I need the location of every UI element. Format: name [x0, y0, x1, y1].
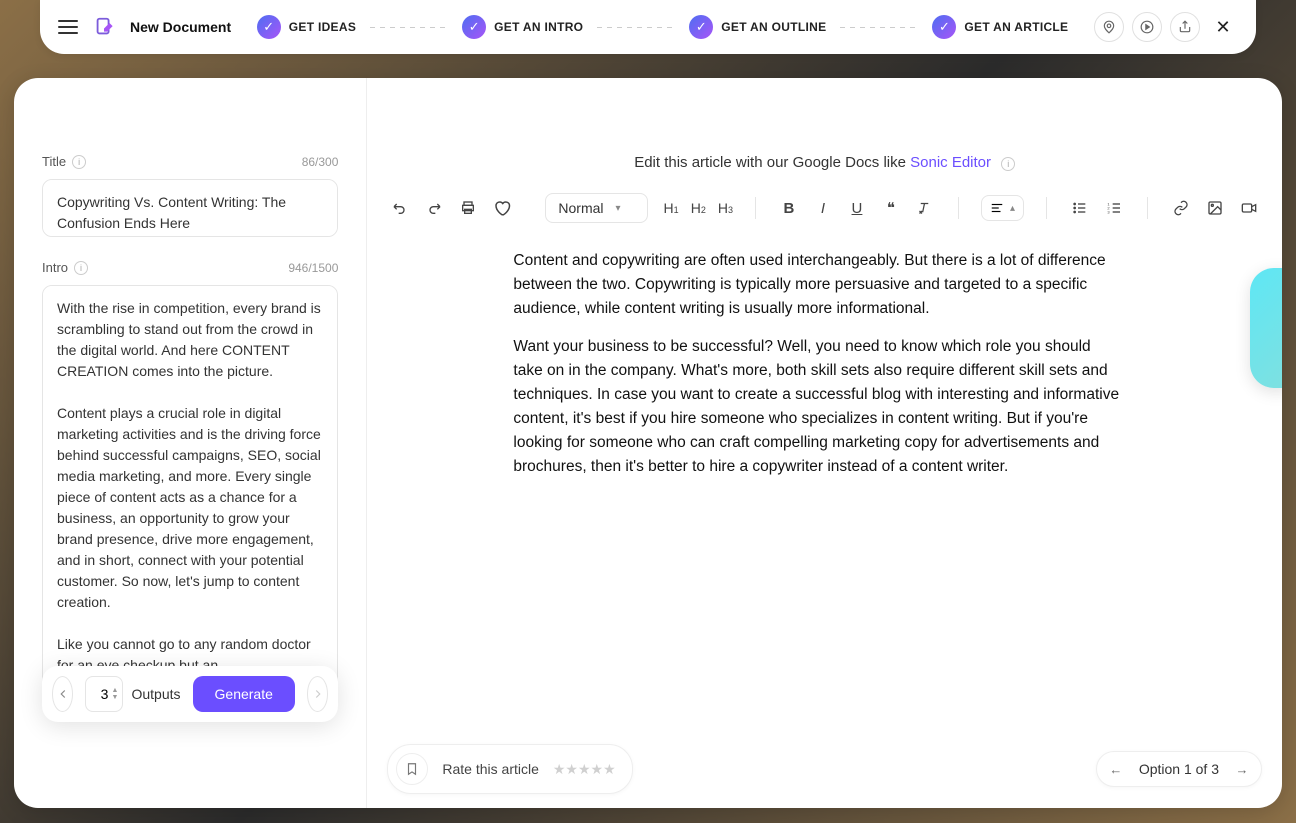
- bold-icon[interactable]: B: [778, 197, 800, 219]
- article-paragraph: Want your business to be successful? Wel…: [513, 335, 1122, 479]
- print-icon[interactable]: [457, 197, 479, 219]
- editor-toolbar: Normal ▾ H1 H2 H3 B I U ❝ ▴: [367, 185, 1282, 231]
- hamburger-menu-icon[interactable]: [58, 20, 78, 34]
- info-icon[interactable]: i: [72, 155, 86, 169]
- number-list-icon[interactable]: 123: [1103, 197, 1125, 219]
- generate-bar: 3 ▲▼ Outputs Generate: [42, 666, 338, 722]
- floating-side-tab[interactable]: [1250, 268, 1282, 388]
- intro-label: Intro: [42, 260, 68, 275]
- step-get-ideas[interactable]: ✓ GET IDEAS: [257, 15, 356, 39]
- rate-label: Rate this article: [442, 761, 538, 777]
- h2-button[interactable]: H2: [691, 200, 706, 216]
- italic-icon[interactable]: I: [812, 197, 834, 219]
- step-get-outline[interactable]: ✓ GET AN OUTLINE: [689, 15, 826, 39]
- left-panel: Title i 86/300 Intro i 946/1500: [14, 78, 367, 808]
- option-pill: ← Option 1 of 3 →: [1096, 751, 1262, 787]
- right-panel: Edit this article with our Google Docs l…: [367, 78, 1282, 808]
- close-icon[interactable]: ✕: [1208, 12, 1238, 42]
- redo-icon[interactable]: [423, 197, 445, 219]
- h3-button[interactable]: H3: [718, 200, 733, 216]
- editor-prompt: Edit this article with our Google Docs l…: [367, 78, 1282, 185]
- rate-pill: Rate this article ★★★★★: [387, 744, 632, 794]
- bottom-bar: Rate this article ★★★★★ ← Option 1 of 3 …: [367, 732, 1282, 808]
- title-char-count: 86/300: [302, 155, 339, 169]
- chevron-down-icon: ▾: [616, 203, 621, 214]
- generate-button[interactable]: Generate: [193, 676, 295, 712]
- article-body[interactable]: Content and copywriting are often used i…: [367, 231, 1282, 808]
- top-actions: ✕: [1094, 12, 1238, 42]
- info-icon[interactable]: i: [1001, 157, 1015, 171]
- link-icon[interactable]: [1170, 197, 1192, 219]
- step-get-intro[interactable]: ✓ GET AN INTRO: [462, 15, 583, 39]
- document-icon: [90, 13, 118, 41]
- prev-option-button[interactable]: ←: [1107, 760, 1125, 778]
- next-arrow-button[interactable]: [307, 676, 328, 712]
- document-title[interactable]: New Document: [130, 19, 231, 35]
- option-label: Option 1 of 3: [1139, 761, 1219, 777]
- stepper-arrows-icon[interactable]: ▲▼: [112, 687, 119, 701]
- intro-char-count: 946/1500: [288, 261, 338, 275]
- next-option-button[interactable]: →: [1233, 760, 1251, 778]
- progress-steps: ✓ GET IDEAS ✓ GET AN INTRO ✓ GET AN OUTL…: [243, 15, 1082, 39]
- info-icon[interactable]: i: [74, 261, 88, 275]
- video-icon[interactable]: [1238, 197, 1260, 219]
- bullet-list-icon[interactable]: [1069, 197, 1091, 219]
- svg-text:3: 3: [1107, 209, 1110, 214]
- outputs-stepper[interactable]: 3 ▲▼: [85, 676, 123, 712]
- main-card: Title i 86/300 Intro i 946/1500: [14, 78, 1282, 808]
- clear-format-icon[interactable]: [914, 197, 936, 219]
- image-icon[interactable]: [1204, 197, 1226, 219]
- check-icon: ✓: [689, 15, 713, 39]
- step-get-article[interactable]: ✓ GET AN ARTICLE: [932, 15, 1068, 39]
- bookmark-icon[interactable]: [396, 753, 428, 785]
- title-label: Title: [42, 154, 66, 169]
- play-icon[interactable]: [1132, 12, 1162, 42]
- article-paragraph: Content and copywriting are often used i…: [513, 249, 1122, 321]
- text-style-select[interactable]: Normal ▾: [545, 193, 647, 223]
- title-input[interactable]: [42, 179, 338, 237]
- h1-button[interactable]: H1: [664, 200, 679, 216]
- outputs-label: Outputs: [131, 686, 180, 702]
- undo-icon[interactable]: [389, 197, 411, 219]
- align-select[interactable]: ▴: [981, 195, 1024, 221]
- intro-input[interactable]: [42, 285, 338, 715]
- top-bar: New Document ✓ GET IDEAS ✓ GET AN INTRO …: [40, 0, 1256, 54]
- rating-stars[interactable]: ★★★★★: [553, 761, 616, 778]
- underline-icon[interactable]: U: [846, 197, 868, 219]
- quote-icon[interactable]: ❝: [880, 197, 902, 219]
- share-icon[interactable]: [1170, 12, 1200, 42]
- sonic-editor-link[interactable]: Sonic Editor: [910, 154, 991, 171]
- location-icon[interactable]: [1094, 12, 1124, 42]
- chevron-up-icon: ▴: [1010, 203, 1015, 214]
- check-icon: ✓: [932, 15, 956, 39]
- prev-arrow-button[interactable]: [52, 676, 73, 712]
- heart-icon[interactable]: [491, 197, 513, 219]
- check-icon: ✓: [257, 15, 281, 39]
- check-icon: ✓: [462, 15, 486, 39]
